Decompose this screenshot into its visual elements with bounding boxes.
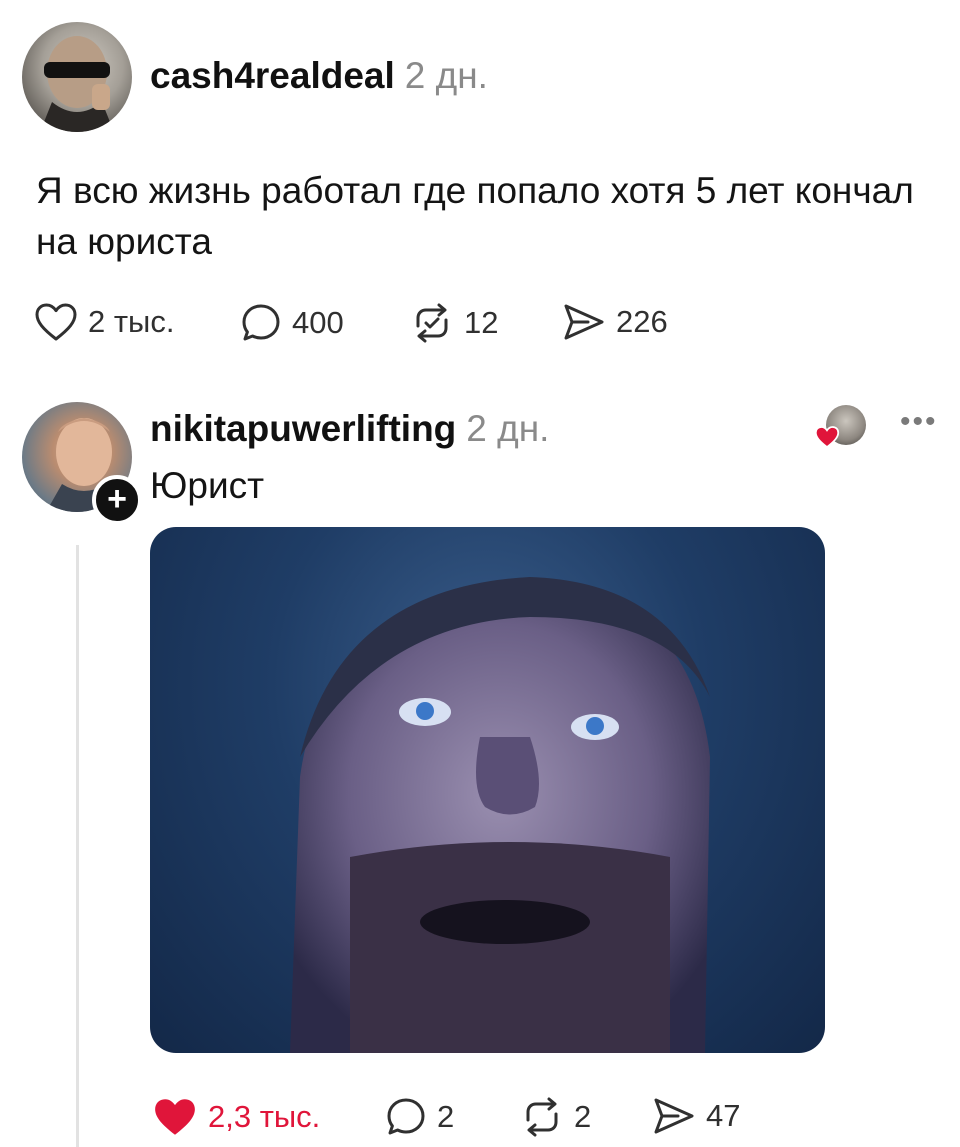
repost-icon: [416, 303, 448, 343]
comment-icon: [242, 304, 280, 341]
reply-count: 400: [292, 305, 344, 340]
repost-icon: [526, 1097, 558, 1137]
heart-icon: [35, 303, 77, 341]
reply-header: nikitapuwerlifting 2 дн.: [150, 405, 549, 453]
timestamp: 2 дн.: [404, 55, 488, 96]
repost-button[interactable]: 12: [410, 302, 498, 344]
reply-button[interactable]: 2: [385, 1096, 454, 1138]
like-count: 2 тыс.: [88, 304, 175, 339]
share-icon: [564, 304, 604, 340]
more-icon[interactable]: •••: [900, 405, 938, 439]
reply-button[interactable]: 400: [240, 302, 344, 344]
timestamp: 2 дн.: [466, 408, 550, 449]
repost-count: 12: [464, 305, 499, 340]
avatar-portrait-icon: [40, 36, 114, 132]
reply-count: 2: [437, 1099, 455, 1134]
repost-count: 2: [574, 1099, 592, 1134]
share-count: 47: [706, 1098, 741, 1133]
share-button[interactable]: 47: [652, 1096, 740, 1136]
share-button[interactable]: 226: [562, 302, 668, 342]
follow-button[interactable]: +: [92, 475, 142, 525]
reply-image[interactable]: [150, 527, 825, 1053]
comment-icon: [387, 1098, 425, 1135]
image-content: [290, 577, 710, 1053]
author-liked-heart-icon: [814, 425, 840, 454]
author-avatar[interactable]: [22, 22, 132, 132]
share-count: 226: [616, 304, 668, 339]
post-text: Я всю жизнь работал где попало хотя 5 ле…: [36, 170, 914, 262]
post-header: cash4realdeal 2 дн.: [150, 52, 488, 100]
username[interactable]: nikitapuwerlifting: [150, 408, 456, 449]
reply-text: Юрист: [150, 465, 265, 506]
like-button[interactable]: 2,3 тыс.: [152, 1096, 320, 1138]
username[interactable]: cash4realdeal: [150, 55, 395, 96]
like-button[interactable]: 2 тыс.: [34, 302, 174, 342]
heart-filled-icon: [155, 1099, 195, 1135]
share-icon: [654, 1098, 694, 1134]
like-count: 2,3 тыс.: [208, 1099, 321, 1134]
repost-button[interactable]: 2: [520, 1096, 591, 1138]
thread-line: [76, 545, 79, 1147]
